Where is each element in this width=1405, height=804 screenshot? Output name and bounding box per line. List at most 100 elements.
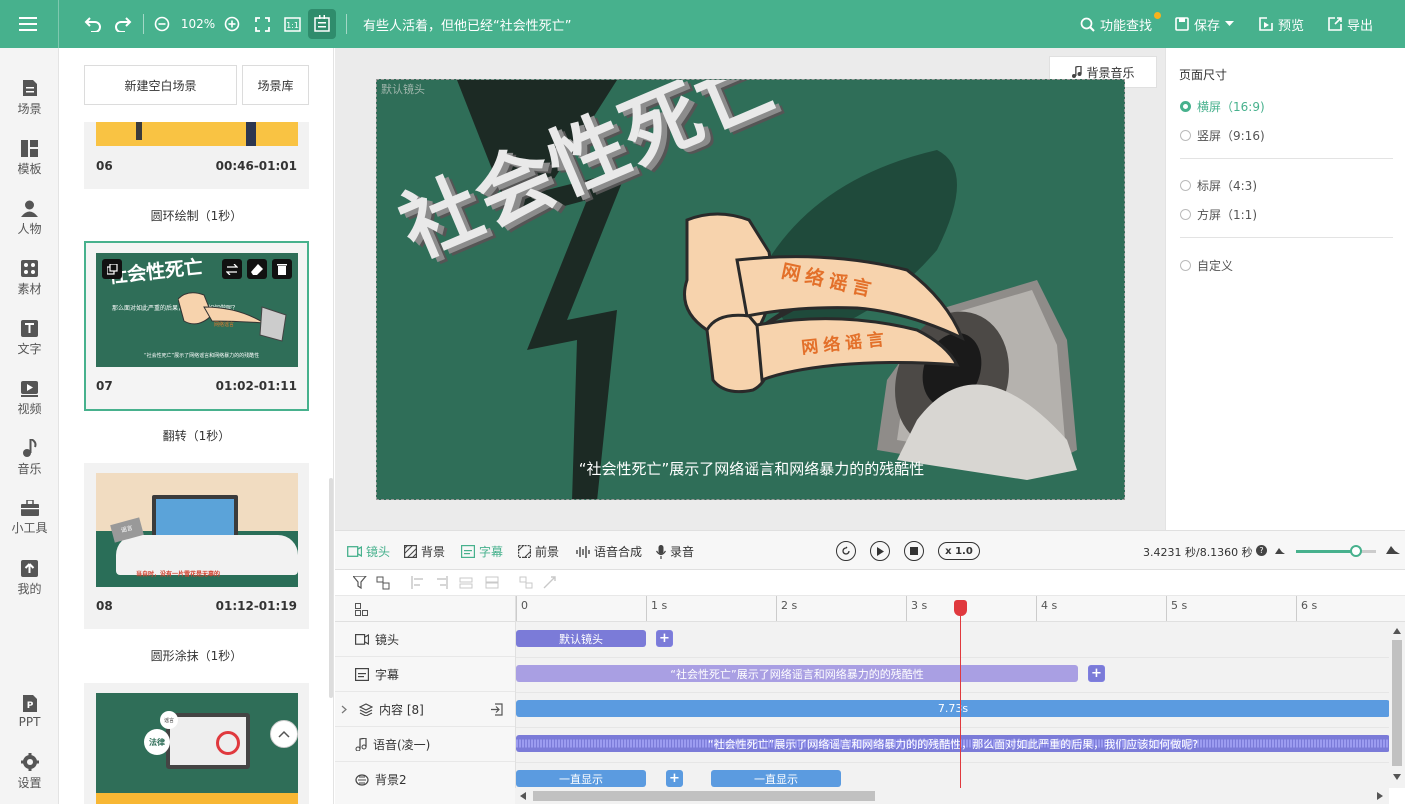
zoom-out-icon[interactable] (152, 0, 172, 48)
voice-clip[interactable]: “社会性死亡”展示了网络谣言和网络暴力的的残酷性，那么面对如此严重的后果，我们应… (516, 735, 1389, 752)
add-shot-button[interactable]: + (656, 630, 673, 647)
scene-card-07[interactable]: 社会性死亡 那么面对如此严重的后果，我们应该如何做呢？ 网络谣言 “社会性死亡”… (84, 241, 309, 411)
option-label: 竖屏（9:16) (1197, 129, 1265, 143)
slider-handle[interactable] (1350, 545, 1362, 557)
tab-foreground[interactable]: 前景 (518, 543, 559, 560)
nav-item-toolbox[interactable]: 小工具 (0, 490, 59, 546)
play-icon[interactable] (870, 541, 890, 561)
transition-label[interactable]: 圆环绘制（1秒） (84, 207, 309, 224)
nav-item-music[interactable]: 音乐 (0, 430, 59, 486)
swap-icon[interactable] (222, 259, 242, 279)
tab-label: 语音合成 (594, 545, 643, 559)
add-subtitle-button[interactable]: + (1088, 665, 1105, 682)
filter-icon[interactable] (353, 576, 367, 589)
stop-icon[interactable] (904, 541, 924, 561)
ppt-icon: P (22, 695, 37, 712)
nav-item-mine[interactable]: 我的 (0, 550, 59, 606)
zoom-out-mountain-icon[interactable] (1275, 547, 1285, 554)
tracks-area[interactable]: 默认镜头 + “社会性死亡”展示了网络谣言和网络暴力的的残酷性 + 7.73s … (515, 622, 1389, 788)
tracks-icon[interactable] (355, 603, 368, 616)
export-button[interactable]: 导出 (1328, 0, 1373, 48)
eraser-icon[interactable] (247, 259, 267, 279)
add-background-button[interactable]: + (666, 770, 683, 787)
tracks-horizontal-scrollbar[interactable] (515, 788, 1389, 804)
shot-clip[interactable]: 默认镜头 (516, 630, 646, 647)
track-label-voice[interactable]: 语音(凌一) (335, 727, 515, 762)
playhead[interactable] (954, 600, 967, 790)
scene-card-06[interactable]: 06 00:46-01:01 (84, 122, 309, 189)
redo-icon[interactable] (112, 0, 134, 48)
divider (1180, 237, 1393, 238)
nav-item-video[interactable]: 视频 (0, 370, 59, 426)
page-size-option-square[interactable]: 方屏（1:1) (1180, 206, 1257, 223)
feature-search-button[interactable]: 功能查找 (1080, 0, 1161, 48)
nav-item-scene[interactable]: 场景 (0, 70, 59, 126)
zoom-in-mountain-icon[interactable] (1386, 545, 1400, 554)
background-clip-2[interactable]: 一直显示 (711, 770, 841, 787)
save-button[interactable]: 保存 (1175, 0, 1235, 48)
track-label-shot[interactable]: 镜头 (335, 622, 515, 657)
preview-button[interactable]: 预览 (1259, 0, 1304, 48)
nav-item-person[interactable]: 人物 (0, 190, 59, 246)
new-blank-scene-button[interactable]: 新建空白场景 (84, 65, 237, 105)
actual-size-icon[interactable]: 1:1 (281, 0, 303, 48)
fullscreen-icon[interactable] (252, 0, 272, 48)
subtitle-editor-icon[interactable] (308, 9, 336, 39)
tab-tts[interactable]: 语音合成 (576, 543, 642, 560)
nav-item-material[interactable]: 素材 (0, 250, 59, 306)
track-label-background2[interactable]: 背景2 (335, 762, 515, 797)
scrollbar-thumb[interactable] (533, 791, 875, 801)
transition-label[interactable]: 翻转（1秒） (84, 427, 309, 444)
scene-library-button[interactable]: 场景库 (242, 65, 309, 105)
transition-label[interactable]: 圆形涂抹（1秒） (84, 647, 309, 664)
delete-icon[interactable] (272, 259, 292, 279)
nav-item-settings[interactable]: 设置 (0, 744, 59, 800)
enter-icon[interactable] (490, 702, 503, 716)
timeline-zoom-slider[interactable] (1296, 545, 1376, 557)
expand-icon[interactable] (341, 705, 347, 714)
scroll-down-icon[interactable] (1393, 774, 1401, 780)
menu-icon[interactable] (14, 0, 42, 48)
scroll-left-icon[interactable] (520, 792, 526, 800)
tab-subtitle[interactable]: 字幕 (461, 543, 503, 560)
speed-button[interactable]: x 1.0 (938, 542, 980, 560)
background-clip-1[interactable]: 一直显示 (516, 770, 646, 787)
replay-icon[interactable] (836, 541, 856, 561)
help-icon[interactable]: ? (1256, 545, 1267, 556)
tab-background[interactable]: 背景 (404, 543, 445, 560)
scroll-right-icon[interactable] (1377, 792, 1383, 800)
scroll-to-top-button[interactable] (270, 720, 298, 748)
svg-text:P: P (26, 701, 33, 711)
copy-icon[interactable] (102, 259, 122, 279)
music-icon (23, 439, 37, 457)
tab-shot[interactable]: 镜头 (347, 543, 390, 560)
scene-card-08[interactable]: 谣言 当自时，没有一片雪花是无辜的 08 01:12-01:19 (84, 463, 309, 629)
scrollbar-thumb[interactable] (1392, 640, 1402, 766)
nav-item-template[interactable]: 模板 (0, 130, 59, 186)
zoom-in-icon[interactable] (222, 0, 242, 48)
nav-item-ppt[interactable]: P PPT (0, 684, 59, 740)
project-title[interactable]: 有些人活着，但他已经“社会性死亡” (363, 0, 571, 48)
tab-record[interactable]: 录音 (656, 543, 694, 560)
canvas-subtitle[interactable]: “社会性死亡”展示了网络谣言和网络暴力的的残酷性 (377, 458, 1124, 479)
page-size-option-custom[interactable]: 自定义 (1180, 257, 1233, 274)
tab-label: 背景 (421, 545, 446, 559)
track-label-content[interactable]: 内容 [8] (335, 692, 515, 727)
playhead-handle[interactable] (954, 600, 967, 616)
page-size-option-portrait[interactable]: 竖屏（9:16) (1180, 127, 1265, 144)
content-clip[interactable]: 7.73s (516, 700, 1389, 717)
page-size-panel: 页面尺寸 横屏（16:9) 竖屏（9:16) 标屏（4:3) 方屏（1:1) 自… (1165, 48, 1405, 530)
video-canvas[interactable]: 默认镜头 社会性死亡 网络谣言 网络谣言 “社会性死亡”展示了网络谣言和网络暴力… (376, 79, 1125, 500)
layers-icon[interactable] (376, 576, 390, 590)
text-icon (21, 319, 38, 337)
subtitle-clip[interactable]: “社会性死亡”展示了网络谣言和网络暴力的的残酷性 (516, 665, 1078, 682)
tracks-vertical-scrollbar[interactable] (1389, 622, 1405, 788)
scene-panel-scrollbar[interactable] (329, 478, 333, 698)
ungroup-icon (543, 576, 556, 589)
page-size-option-landscape[interactable]: 横屏（16:9) (1180, 98, 1265, 115)
nav-item-text[interactable]: 文字 (0, 310, 59, 366)
scroll-up-icon[interactable] (1393, 628, 1401, 634)
track-label-subtitle[interactable]: 字幕 (335, 657, 515, 692)
page-size-option-standard[interactable]: 标屏（4:3) (1180, 177, 1257, 194)
undo-icon[interactable] (82, 0, 104, 48)
